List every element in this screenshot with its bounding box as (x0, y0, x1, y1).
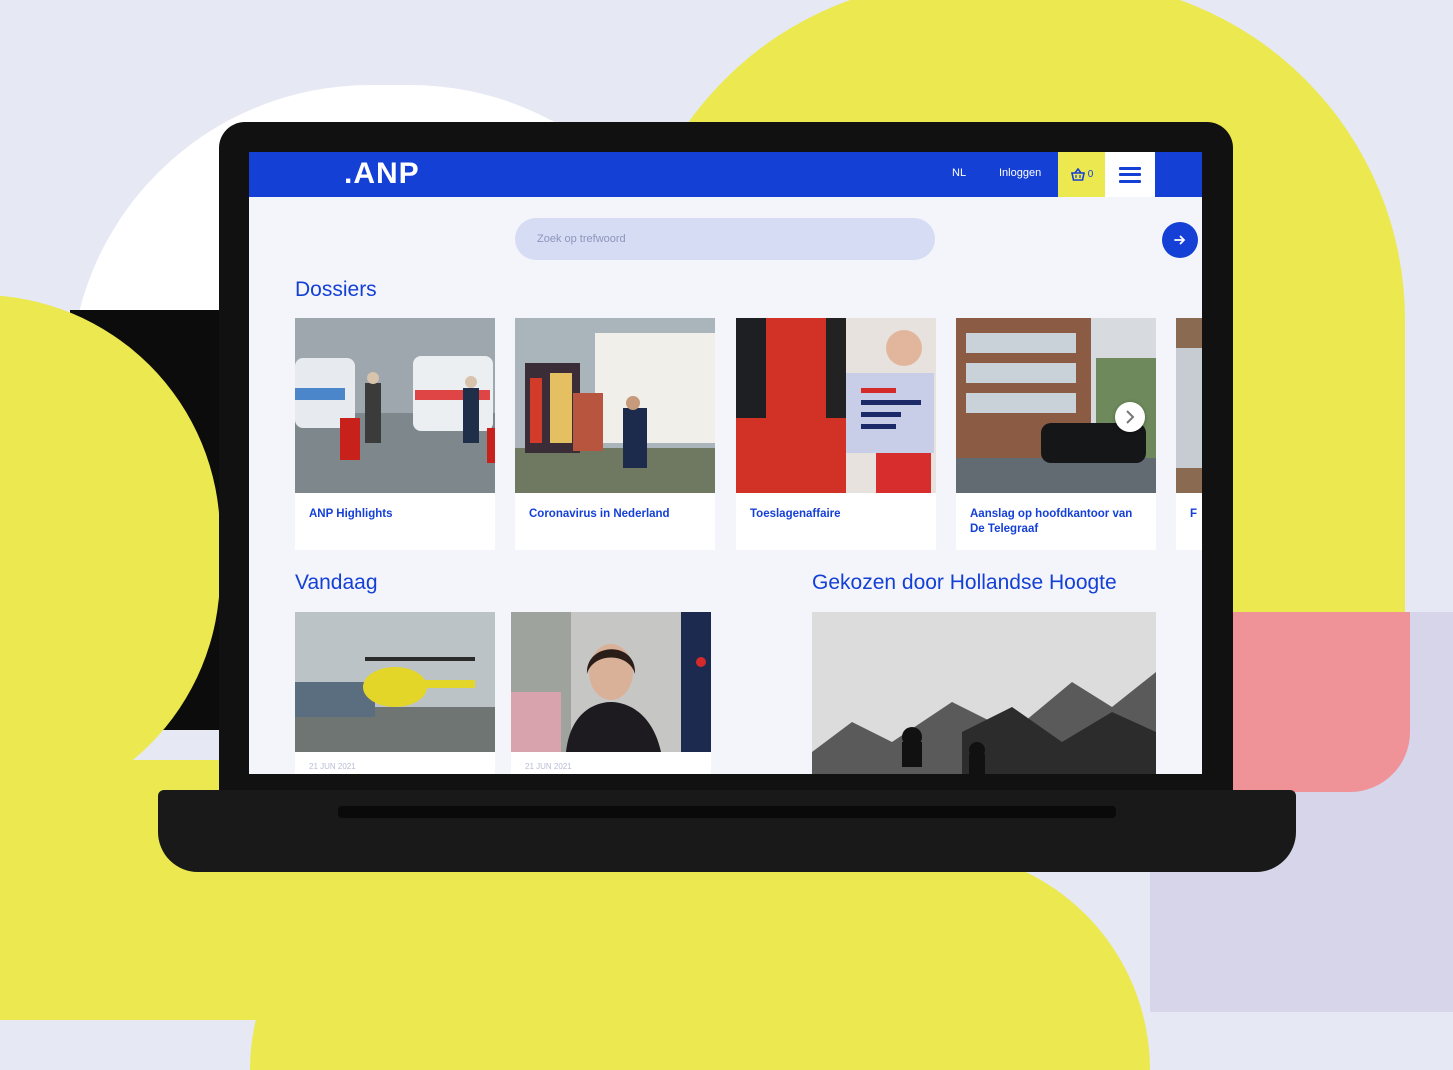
vandaag-heading: Vandaag (295, 571, 378, 594)
search-button[interactable] (1162, 222, 1198, 258)
vandaag-date: 21 JUN 2021 (309, 762, 356, 771)
vandaag-date: 21 JUN 2021 (525, 762, 572, 771)
shopping-basket-icon (1070, 167, 1085, 181)
dossier-label: Coronavirus in Nederland (529, 508, 670, 520)
laptop-base (158, 790, 1296, 872)
chevron-right-icon (1126, 410, 1135, 424)
laptop-screen: .ANP NL Inloggen 0 Dossiers (249, 152, 1202, 774)
dossier-label: F (1190, 508, 1198, 520)
bg-yellow-bottom-shape (250, 850, 1150, 1070)
language-switch[interactable]: NL (952, 167, 966, 179)
login-link[interactable]: Inloggen (999, 167, 1041, 179)
vandaag-image (295, 612, 495, 752)
vandaag-card-helicopter[interactable]: 21 JUN 2021 (295, 612, 495, 774)
dossier-label: Aanslag op hoofdkantoor van De Telegraaf (970, 508, 1133, 535)
dossier-card-telegraaf[interactable]: Aanslag op hoofdkantoor van De Telegraaf (956, 318, 1156, 550)
dossier-card-anp-highlights[interactable]: ANP Highlights (295, 318, 495, 550)
anp-logo[interactable]: .ANP (344, 157, 420, 191)
search-input[interactable] (535, 228, 879, 250)
gekozen-heading: Gekozen door Hollandse Hoogte (812, 571, 1117, 594)
dossiers-heading: Dossiers (295, 278, 377, 301)
dossier-card-partial[interactable]: F (1176, 318, 1202, 550)
search-bar (515, 218, 1198, 260)
vandaag-card-portrait[interactable]: 21 JUN 2021 (511, 612, 711, 774)
header-bar: .ANP NL Inloggen 0 (249, 152, 1202, 197)
cart-button[interactable]: 0 (1058, 152, 1105, 197)
dossier-card-coronavirus[interactable]: Coronavirus in Nederland (515, 318, 715, 550)
menu-button[interactable] (1105, 152, 1155, 197)
dossier-image (736, 318, 936, 493)
cart-count: 0 (1087, 169, 1094, 180)
vandaag-image (511, 612, 711, 752)
hamburger-menu-icon (1119, 166, 1141, 183)
dossier-label: ANP Highlights (309, 508, 393, 520)
dossier-image (295, 318, 495, 493)
arrow-right-icon (1174, 235, 1186, 245)
laptop-keyboard-groove (338, 806, 1116, 818)
dossier-image (515, 318, 715, 493)
featured-photo[interactable] (812, 612, 1156, 774)
dossier-label: Toeslagenaffaire (750, 508, 841, 520)
dossier-image (1176, 318, 1202, 493)
carousel-next-button[interactable] (1115, 402, 1145, 432)
dossier-card-toeslagenaffaire[interactable]: Toeslagenaffaire (736, 318, 936, 550)
